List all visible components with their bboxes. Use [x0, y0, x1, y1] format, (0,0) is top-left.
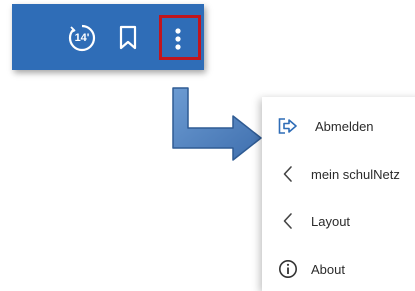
chevron-left-icon — [278, 211, 298, 231]
menu-item-abmelden[interactable]: Abmelden — [262, 106, 415, 146]
arrow-icon — [172, 87, 262, 161]
menu-item-about[interactable]: About — [262, 249, 415, 289]
logout-icon — [278, 116, 298, 136]
bookmark-icon — [119, 25, 137, 50]
timer-value: 14' — [74, 32, 90, 44]
menu-item-label: Layout — [311, 213, 351, 229]
info-icon — [278, 259, 298, 279]
menu-item-label: mein schulNetz — [311, 166, 400, 182]
overflow-menu: Abmelden mein schulNetz Layout About — [262, 97, 415, 291]
menu-item-mein-schulnetz[interactable]: mein schulNetz — [262, 154, 415, 194]
app-toolbar: 14' — [12, 4, 204, 70]
chevron-left-icon — [278, 164, 298, 184]
menu-item-label: About — [311, 261, 345, 277]
highlight-box — [159, 15, 201, 60]
menu-item-layout[interactable]: Layout — [262, 201, 415, 241]
bookmark-button[interactable] — [118, 25, 138, 51]
timer-button[interactable]: 14' — [67, 23, 97, 53]
menu-item-label: Abmelden — [315, 118, 374, 134]
